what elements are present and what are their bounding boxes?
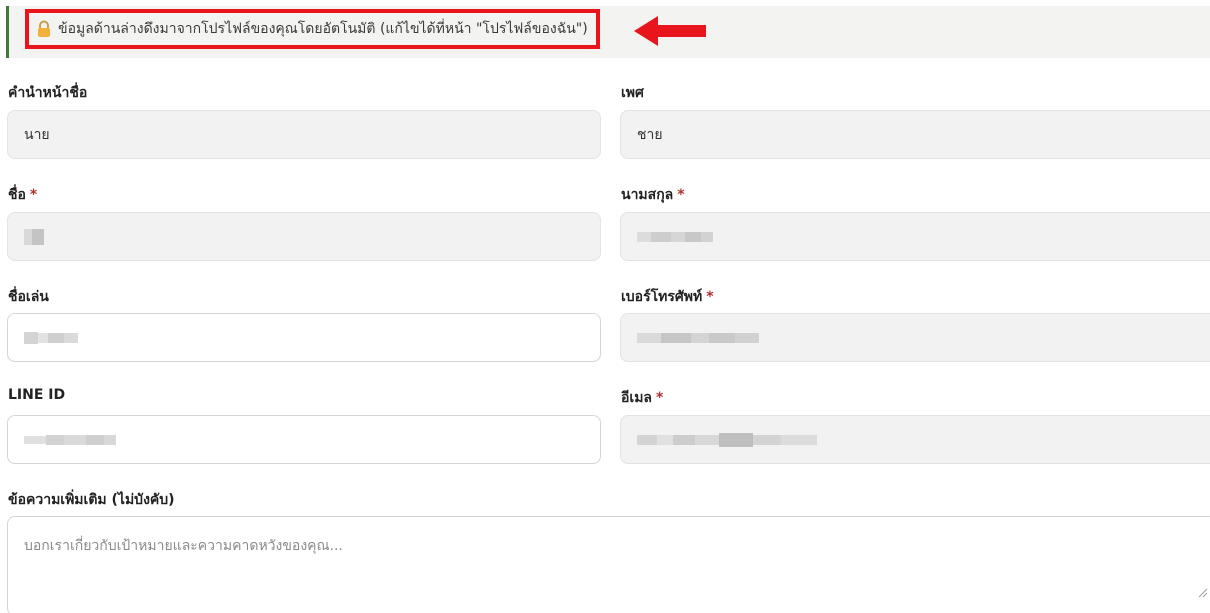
profile-form-page: ข้อมูลด้านล่างดึงมาจากโปรไฟล์ของคุณโดยอั… xyxy=(0,0,1210,613)
gender-value: ชาย xyxy=(637,126,663,143)
title-prefix-value: นาย xyxy=(24,126,50,143)
email-field xyxy=(620,415,1210,464)
auto-fill-notice: ข้อมูลด้านล่างดึงมาจากโปรไฟล์ของคุณโดยอั… xyxy=(6,6,1210,58)
last-name-label: นามสกุล * xyxy=(621,187,685,203)
required-mark: * xyxy=(706,289,714,305)
redacted-value xyxy=(637,230,713,244)
email-label: อีเมล * xyxy=(621,390,664,406)
resize-handle-icon[interactable] xyxy=(1198,588,1208,598)
line-id-input[interactable] xyxy=(7,415,601,464)
gender-label: เพศ xyxy=(621,85,644,101)
redacted-value xyxy=(637,331,759,345)
note-textarea[interactable]: บอกเราเกี่ยวกับเป้าหมายและความคาดหวังของ… xyxy=(7,516,1210,613)
required-mark: * xyxy=(29,187,38,203)
required-mark: * xyxy=(656,390,664,406)
first-name-field xyxy=(7,212,601,261)
redacted-value xyxy=(637,432,817,447)
title-prefix-label: คำนำหน้าชื่อ xyxy=(8,85,88,101)
redacted-value xyxy=(24,331,78,345)
nickname-label: ชื่อเล่น xyxy=(8,289,49,305)
title-prefix-field: นาย xyxy=(7,110,601,159)
redacted-value xyxy=(24,433,116,447)
phone-label: เบอร์โทรศัพท์ * xyxy=(621,289,714,305)
redacted-value xyxy=(24,228,44,245)
notice-text: ข้อมูลด้านล่างดึงมาจากโปรไฟล์ของคุณโดยอั… xyxy=(58,21,588,37)
notice-highlight-box: ข้อมูลด้านล่างดึงมาจากโปรไฟล์ของคุณโดยอั… xyxy=(25,9,600,49)
first-name-label: ชื่อ * xyxy=(8,187,38,203)
note-placeholder: บอกเราเกี่ยวกับเป้าหมายและความคาดหวังของ… xyxy=(24,538,343,554)
last-name-field xyxy=(620,212,1210,261)
required-mark: * xyxy=(677,187,685,203)
gender-field: ชาย xyxy=(620,110,1210,159)
phone-field xyxy=(620,313,1210,362)
note-label: ข้อความเพิ่มเติม (ไม่บังคับ) xyxy=(8,492,175,508)
nickname-input[interactable] xyxy=(7,313,601,362)
red-arrow-icon xyxy=(634,16,706,46)
line-id-label: LINE ID xyxy=(8,387,66,403)
lock-icon xyxy=(38,20,50,37)
